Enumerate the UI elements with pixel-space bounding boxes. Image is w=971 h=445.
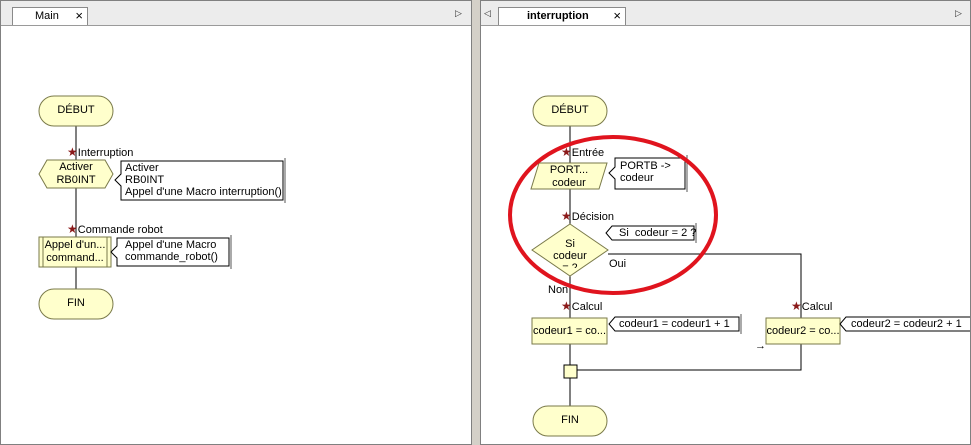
right-entree-caption: ★Entrée bbox=[561, 145, 605, 159]
scroll-right-icon[interactable]: ▷ bbox=[455, 8, 462, 19]
right-decision-caption: ★Décision bbox=[561, 209, 614, 223]
star-icon: ★ bbox=[561, 145, 572, 159]
interruption-panel: ◁ interruption × ▷ → DÉBUT ★Entrée PORT.… bbox=[480, 0, 971, 445]
right-calcul1-comment: codeur1 = codeur1 + 1 bbox=[619, 318, 730, 330]
scroll-left-icon[interactable]: ◁ bbox=[484, 8, 491, 19]
star-icon: ★ bbox=[791, 299, 802, 313]
interruption-flowchart-graphics: → bbox=[508, 95, 970, 437]
right-calcul1-node[interactable]: codeur1 = co... bbox=[532, 325, 607, 338]
main-macro-caption: ★Commande robot bbox=[67, 222, 163, 236]
main-tabbar: Main × ▷ bbox=[1, 1, 471, 26]
main-interrupt-caption: ★Interruption bbox=[67, 145, 134, 159]
star-icon: ★ bbox=[67, 145, 78, 159]
tab-main-label: Main bbox=[35, 10, 59, 22]
close-icon[interactable]: × bbox=[75, 8, 83, 24]
right-calcul1-caption: ★Calcul bbox=[561, 299, 603, 313]
right-junction-shape bbox=[563, 364, 578, 379]
svg-text:→: → bbox=[755, 340, 766, 352]
right-calcul2-caption: ★Calcul bbox=[791, 299, 833, 313]
main-interrupt-node[interactable]: Activer RB0INT bbox=[47, 161, 105, 187]
star-icon: ★ bbox=[561, 209, 572, 223]
right-non-label: Non bbox=[548, 284, 569, 296]
close-icon[interactable]: × bbox=[613, 8, 621, 24]
right-entree-comment: PORTB -> codeur bbox=[620, 160, 671, 184]
tab-interruption-label: interruption bbox=[527, 10, 589, 22]
interruption-flowchart-canvas[interactable]: → DÉBUT ★Entrée PORT... codeur PORTB -> … bbox=[481, 26, 970, 444]
scroll-right-icon[interactable]: ▷ bbox=[955, 8, 962, 19]
main-macro-node[interactable]: Appel d'un... command... bbox=[39, 239, 111, 265]
main-interrupt-comment: Activer RB0INT Appel d'une Macro interru… bbox=[125, 162, 282, 198]
main-fin-node[interactable]: FIN bbox=[39, 297, 113, 310]
right-calcul2-comment: codeur2 = codeur2 + 1 bbox=[851, 318, 962, 330]
right-calcul2-node[interactable]: codeur2 = co... bbox=[766, 325, 840, 338]
right-debut-node[interactable]: DÉBUT bbox=[533, 104, 607, 117]
main-panel: Main × ▷ DÉBUT ★Interruption Activer RB0… bbox=[0, 0, 472, 445]
right-oui-label: Oui bbox=[609, 258, 627, 270]
main-macro-comment: Appel d'une Macro commande_robot() bbox=[125, 239, 218, 263]
tab-interruption[interactable]: interruption × bbox=[498, 7, 626, 25]
star-icon: ★ bbox=[67, 222, 78, 236]
right-decision-comment: Si codeur = 2 ? bbox=[619, 227, 697, 239]
tab-main[interactable]: Main × bbox=[12, 7, 88, 25]
main-flowchart-canvas[interactable]: DÉBUT ★Interruption Activer RB0INT Activ… bbox=[1, 26, 471, 444]
interruption-tabbar: ◁ interruption × ▷ bbox=[481, 1, 970, 26]
main-debut-node[interactable]: DÉBUT bbox=[39, 104, 113, 117]
star-icon: ★ bbox=[561, 299, 572, 313]
right-entree-node[interactable]: PORT... codeur bbox=[535, 164, 603, 190]
right-decision-node[interactable]: Si codeur = 2 bbox=[541, 238, 599, 268]
right-fin-node[interactable]: FIN bbox=[533, 414, 607, 427]
